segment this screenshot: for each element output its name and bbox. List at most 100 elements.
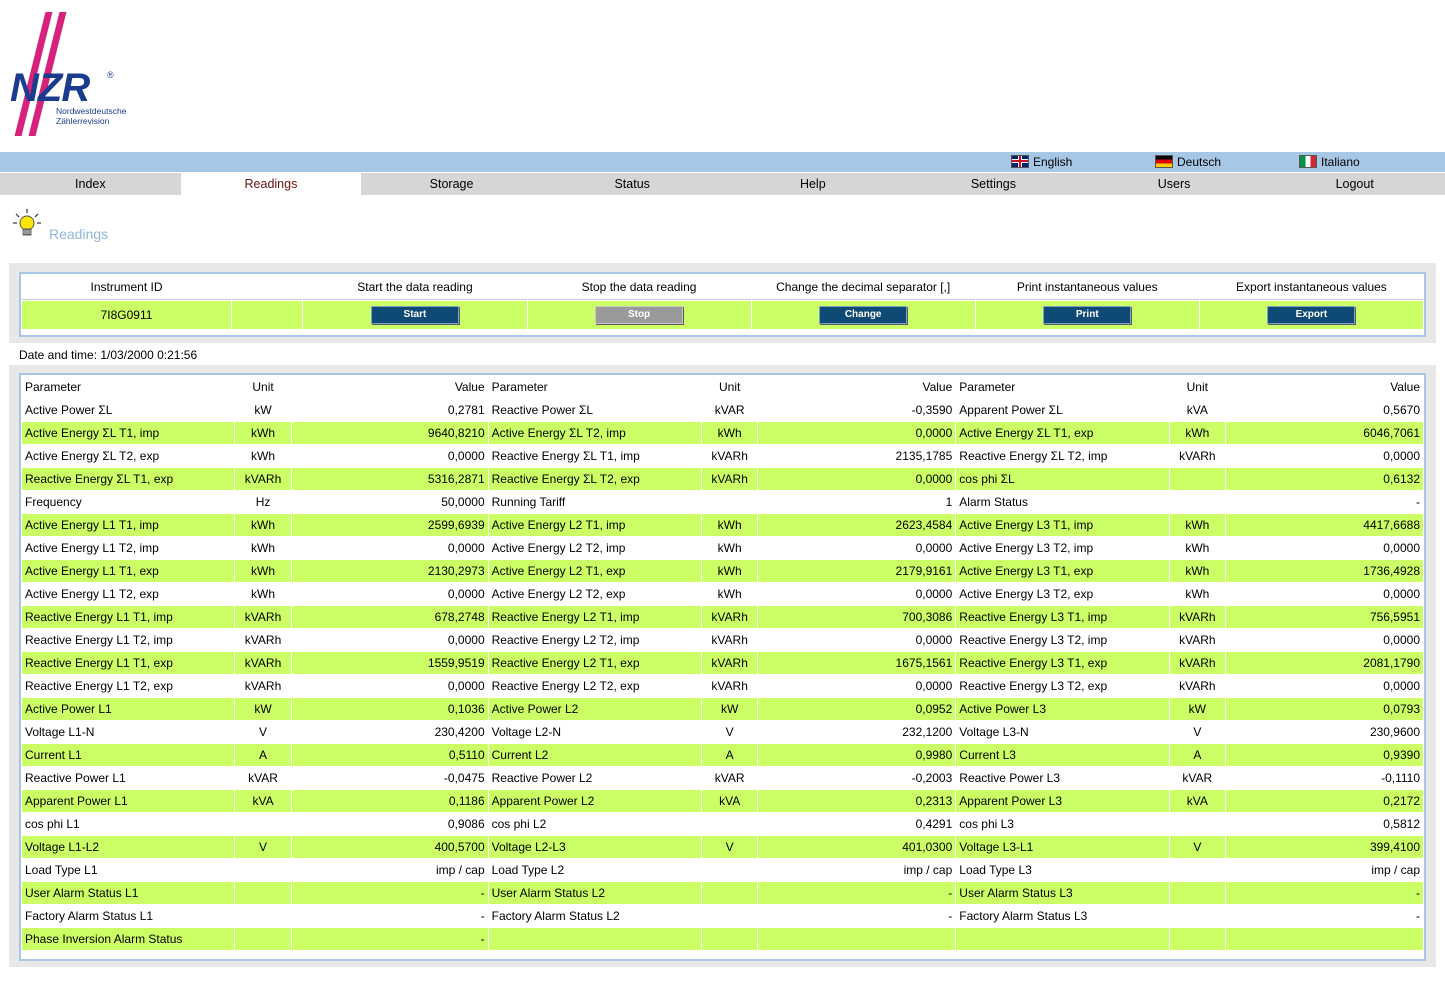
column-header-param: Parameter — [22, 376, 234, 398]
unit-cell: kVARh — [1170, 629, 1225, 651]
value-cell: 0,4291 — [757, 813, 956, 835]
parameter-cell: Reactive Energy L1 T2, exp — [22, 675, 234, 697]
unit-cell: kWh — [234, 514, 292, 536]
value-cell: 0,0793 — [1225, 698, 1423, 720]
unit-cell: kWh — [234, 445, 292, 467]
value-cell: 1559,9519 — [292, 652, 488, 674]
nav-tab-settings[interactable]: Settings — [903, 173, 1084, 195]
parameter-cell: cos phi L2 — [488, 813, 702, 835]
main-nav: Index Readings Storage Status Help Setti… — [0, 173, 1445, 195]
header-stop: Stop the data reading — [527, 275, 751, 300]
nav-tab-status[interactable]: Status — [542, 173, 723, 195]
value-cell: 230,9600 — [1225, 721, 1423, 743]
unit-cell: kWh — [234, 537, 292, 559]
table-row: Apparent Power L1 kVA 0,1186 Apparent Power… — [22, 790, 1423, 812]
logo-brand-text: NZR — [10, 66, 90, 110]
nav-tab-users[interactable]: Users — [1084, 173, 1265, 195]
value-cell: 0,0000 — [1225, 675, 1423, 697]
value-cell: - — [1225, 905, 1423, 927]
parameter-cell: Apparent Power L3 — [956, 790, 1170, 812]
value-cell: 400,5700 — [292, 836, 488, 858]
unit-cell — [702, 928, 757, 950]
parameter-cell: Active Power L1 — [22, 698, 234, 720]
unit-cell: kVARh — [1170, 675, 1225, 697]
value-cell: 0,1036 — [292, 698, 488, 720]
table-row: Reactive Energy L1 T1, exp kVARh 1559,9519… — [22, 652, 1423, 674]
value-cell: -0,2003 — [757, 767, 956, 789]
stop-button[interactable]: Stop — [595, 306, 684, 324]
unit-cell: kWh — [234, 422, 292, 444]
value-cell: 50,0000 — [292, 491, 488, 513]
readings-box: Parameter Unit Value Parameter Unit Value Para… — [19, 373, 1426, 961]
value-cell: 0,0000 — [757, 537, 956, 559]
value-cell: 399,4100 — [1225, 836, 1423, 858]
language-deutsch-link[interactable]: Deutsch — [1155, 154, 1222, 169]
value-cell: 0,9390 — [1225, 744, 1423, 766]
start-button[interactable]: Start — [370, 306, 459, 324]
unit-cell: V — [1170, 836, 1225, 858]
controls-box: Instrument ID Start the data reading Sto… — [19, 272, 1426, 337]
stop-cell: Stop — [527, 301, 751, 329]
column-header-unit: Unit — [1170, 376, 1225, 398]
unit-cell — [702, 491, 757, 513]
value-cell: 0,5670 — [1225, 399, 1423, 421]
value-cell: 232,1200 — [757, 721, 956, 743]
unit-cell: kVA — [702, 790, 757, 812]
language-label: Deutsch — [1177, 155, 1222, 169]
parameter-cell: cos phi L1 — [22, 813, 234, 835]
nav-tab-logout[interactable]: Logout — [1264, 173, 1445, 195]
unit-cell — [1170, 905, 1225, 927]
parameter-cell: Active Energy L2 T1, exp — [488, 560, 702, 582]
parameter-cell: Reactive Energy L2 T1, imp — [488, 606, 702, 628]
unit-cell: kWh — [1170, 514, 1225, 536]
value-cell: 0,9980 — [757, 744, 956, 766]
unit-cell: kWh — [1170, 560, 1225, 582]
value-cell: 0,0000 — [757, 583, 956, 605]
unit-cell: kVARh — [702, 652, 757, 674]
nav-tab-index[interactable]: Index — [0, 173, 181, 195]
parameter-cell: Factory Alarm Status L3 — [956, 905, 1170, 927]
parameter-cell: Factory Alarm Status L1 — [22, 905, 234, 927]
unit-cell: kW — [702, 698, 757, 720]
print-button[interactable]: Print — [1043, 306, 1132, 324]
nav-tab-readings[interactable]: Readings — [180, 173, 362, 195]
value-cell: 0,0000 — [757, 629, 956, 651]
table-row: Reactive Power L1 kVAR -0,0475 Reactive Pow… — [22, 767, 1423, 789]
parameter-cell: Active Energy ΣL T2, imp — [488, 422, 702, 444]
table-row: Frequency Hz 50,0000 Running Tariff 1 Alarm S… — [22, 491, 1423, 513]
parameter-cell: Current L1 — [22, 744, 234, 766]
export-button[interactable]: Export — [1267, 306, 1356, 324]
unit-cell: kWh — [1170, 583, 1225, 605]
value-cell: 2081,1790 — [1225, 652, 1423, 674]
value-cell: 0,0000 — [292, 583, 488, 605]
parameter-cell: Reactive Power L2 — [488, 767, 702, 789]
value-cell: - — [292, 928, 488, 950]
parameter-cell: User Alarm Status L2 — [488, 882, 702, 904]
nav-tab-storage[interactable]: Storage — [361, 173, 542, 195]
parameter-cell: Active Energy L3 T1, imp — [956, 514, 1170, 536]
readings-table: Parameter Unit Value Parameter Unit Value Para… — [21, 375, 1424, 951]
change-separator-button[interactable]: Change — [819, 306, 908, 324]
language-italiano-link[interactable]: Italiano — [1299, 154, 1360, 169]
unit-cell — [1170, 813, 1225, 835]
value-cell: 0,5110 — [292, 744, 488, 766]
unit-cell: kVA — [1170, 790, 1225, 812]
header-print: Print instantaneous values — [975, 275, 1199, 300]
value-cell: - — [1225, 491, 1423, 513]
unit-cell: kVARh — [234, 629, 292, 651]
unit-cell: kW — [1170, 698, 1225, 720]
value-cell: 2135,1785 — [757, 445, 956, 467]
parameter-cell: Reactive Energy ΣL T2, exp — [488, 468, 702, 490]
value-cell: 1675,1561 — [757, 652, 956, 674]
nav-tab-help[interactable]: Help — [723, 173, 904, 195]
value-cell: - — [292, 882, 488, 904]
date-time-label: Date and time: 1/03/2000 0:21:56 — [19, 348, 198, 362]
unit-cell: kWh — [702, 537, 757, 559]
unit-cell: kVARh — [1170, 652, 1225, 674]
value-cell: 0,0000 — [757, 422, 956, 444]
unit-cell: kWh — [1170, 537, 1225, 559]
value-cell: imp / cap — [757, 859, 956, 881]
unit-cell — [234, 928, 292, 950]
unit-cell: kVARh — [702, 629, 757, 651]
language-english-link[interactable]: English — [1011, 154, 1072, 169]
